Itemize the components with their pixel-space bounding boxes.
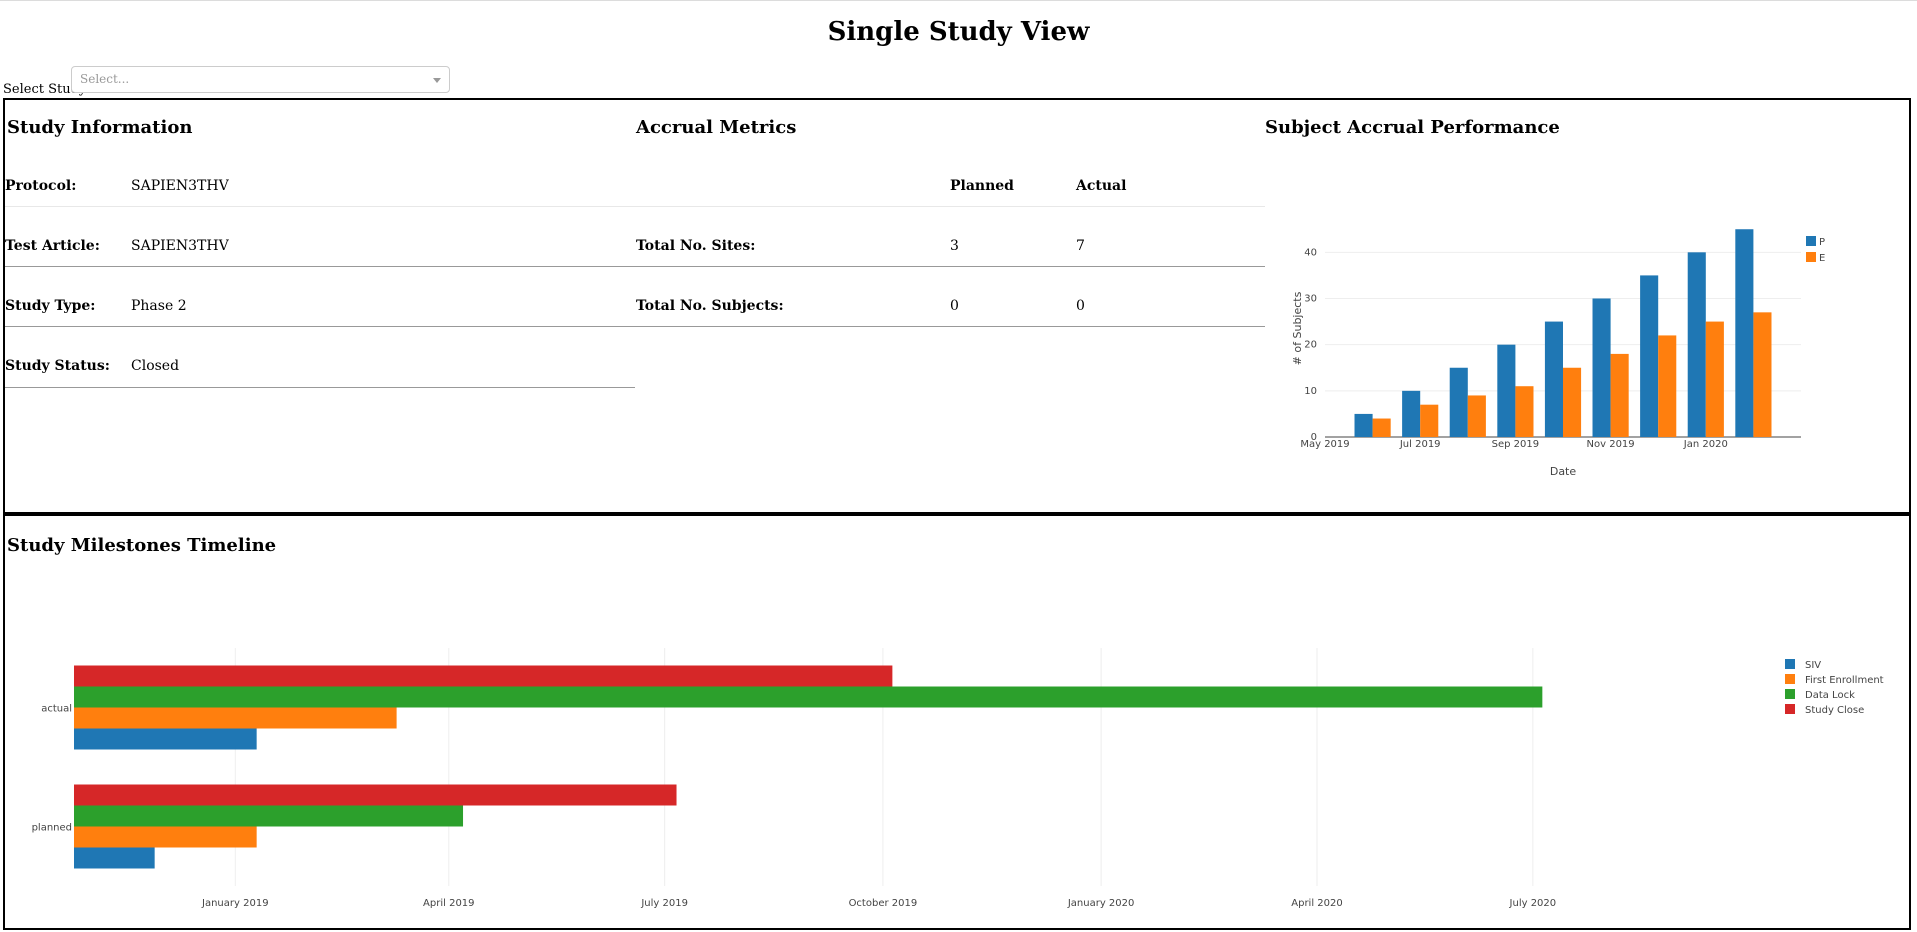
bar-planned xyxy=(1402,390,1421,437)
x-tick-label: Jul 2019 xyxy=(1399,439,1441,450)
row-divider xyxy=(5,387,635,388)
y-category-label: actual xyxy=(41,704,72,715)
x-tick-label: Nov 2019 xyxy=(1587,439,1635,450)
row-divider xyxy=(635,266,1265,267)
bar-data-lock xyxy=(74,805,464,827)
bar-siv xyxy=(74,728,257,750)
bar-data-lock xyxy=(74,686,1543,708)
x-tick-label: April 2020 xyxy=(1291,898,1342,909)
x-tick-label: Sep 2019 xyxy=(1492,439,1539,450)
row-divider xyxy=(5,266,635,267)
bar-planned xyxy=(1497,344,1516,437)
bar-study-close xyxy=(74,784,677,806)
metrics-label-sites: Total No. Sites: xyxy=(636,238,756,254)
legend-label: SIV xyxy=(1805,660,1821,671)
row-divider xyxy=(5,326,635,327)
bar-planned xyxy=(1640,275,1659,437)
x-tick-label: Jan 2020 xyxy=(1683,439,1728,450)
info-value: SAPIEN3THV xyxy=(131,238,229,254)
milestones-timeline-chart[interactable]: January 2019 April 2019 July 2019 October 2… xyxy=(5,596,1905,926)
row-divider xyxy=(635,206,1265,207)
x-tick-label: May 2019 xyxy=(1300,439,1349,450)
bar-first-enrollment xyxy=(74,707,397,729)
legend-label: First Enrollment xyxy=(1805,675,1884,686)
info-value: Phase 2 xyxy=(131,298,187,314)
x-tick-label: January 2019 xyxy=(201,898,269,909)
info-value: SAPIEN3THV xyxy=(131,178,229,194)
metrics-actual-sites: 7 xyxy=(1076,238,1085,254)
y-tick-label: 10 xyxy=(1304,386,1317,397)
y-tick-label: 30 xyxy=(1304,293,1317,304)
bar-enrolled xyxy=(1563,367,1582,437)
row-divider xyxy=(5,206,635,207)
bar-siv xyxy=(74,847,155,869)
x-tick-label: January 2020 xyxy=(1067,898,1135,909)
bar-enrolled xyxy=(1753,312,1772,437)
metrics-actual-subjects: 0 xyxy=(1076,298,1085,314)
study-information-title: Study Information xyxy=(7,117,193,138)
metrics-label-subjects: Total No. Subjects: xyxy=(636,298,784,314)
bar-planned xyxy=(1354,413,1373,437)
bar-planned xyxy=(1735,229,1754,437)
top-border xyxy=(0,0,1917,1)
x-tick-label: October 2019 xyxy=(849,898,918,909)
metrics-header-planned: Planned xyxy=(950,178,1014,194)
x-tick-label: April 2019 xyxy=(423,898,474,909)
bar-enrolled xyxy=(1515,386,1534,437)
info-row-test-article: Test Article: SAPIEN3THV xyxy=(5,218,635,278)
legend-swatch xyxy=(1785,659,1795,669)
study-select-dropdown[interactable]: Select... xyxy=(71,66,450,93)
bar-enrolled xyxy=(1658,335,1677,437)
bar-enrolled xyxy=(1420,404,1439,437)
milestones-panel: Study Milestones Timeline January 2019 Ap… xyxy=(3,514,1911,930)
metrics-planned-subjects: 0 xyxy=(950,298,959,314)
bar-enrolled xyxy=(1467,395,1486,437)
bar-enrolled xyxy=(1372,418,1391,437)
legend-swatch xyxy=(1806,236,1816,246)
info-row-study-type: Study Type: Phase 2 xyxy=(5,278,635,338)
bar-first-enrollment xyxy=(74,826,257,848)
metrics-header-actual: Actual xyxy=(1076,178,1127,194)
legend-label: Data Lock xyxy=(1805,690,1855,701)
legend-swatch xyxy=(1806,252,1816,262)
info-label: Study Status: xyxy=(5,358,110,374)
y-axis-title: # of Subjects xyxy=(1291,291,1304,365)
page-title: Single Study View xyxy=(827,17,1090,47)
chevron-down-icon[interactable] xyxy=(433,78,441,83)
info-label: Study Type: xyxy=(5,298,96,314)
row-divider xyxy=(635,326,1265,327)
info-row-protocol: Protocol: SAPIEN3THV xyxy=(5,158,635,218)
accrual-metrics-title: Accrual Metrics xyxy=(636,117,797,138)
accrual-performance-title: Subject Accrual Performance xyxy=(1265,117,1560,138)
y-tick-label: 20 xyxy=(1304,340,1317,351)
study-overview-panel: Study Information Protocol: SAPIEN3THV T… xyxy=(3,98,1911,514)
x-axis-title: Date xyxy=(1550,465,1577,478)
select-placeholder: Select... xyxy=(80,72,130,86)
bar-enrolled xyxy=(1705,321,1724,437)
metrics-planned-sites: 3 xyxy=(950,238,959,254)
legend-swatch xyxy=(1785,674,1795,684)
bar-study-close xyxy=(74,665,893,687)
info-row-study-status: Study Status: Closed xyxy=(5,338,635,398)
legend-label: Enrolled xyxy=(1819,253,1825,264)
y-category-label: planned xyxy=(32,823,72,834)
accrual-bar-chart[interactable]: 010203040May 2019 Jul 2019 Sep 2019 Nov 201… xyxy=(1265,210,1825,510)
info-value: Closed xyxy=(131,358,180,374)
info-label: Protocol: xyxy=(5,178,77,194)
legend-label: Study Close xyxy=(1805,705,1864,716)
x-tick-label: July 2020 xyxy=(1509,898,1557,909)
info-label: Test Article: xyxy=(5,238,100,254)
bar-planned xyxy=(1449,367,1468,437)
bar-enrolled xyxy=(1610,353,1629,437)
x-tick-label: July 2019 xyxy=(640,898,688,909)
y-tick-label: 40 xyxy=(1304,247,1317,258)
legend-swatch xyxy=(1785,704,1795,714)
bar-planned xyxy=(1592,298,1611,437)
legend-label: Planned xyxy=(1819,237,1825,248)
bar-planned xyxy=(1687,252,1706,437)
bar-planned xyxy=(1544,321,1563,437)
legend-swatch xyxy=(1785,689,1795,699)
milestones-title: Study Milestones Timeline xyxy=(7,535,277,556)
